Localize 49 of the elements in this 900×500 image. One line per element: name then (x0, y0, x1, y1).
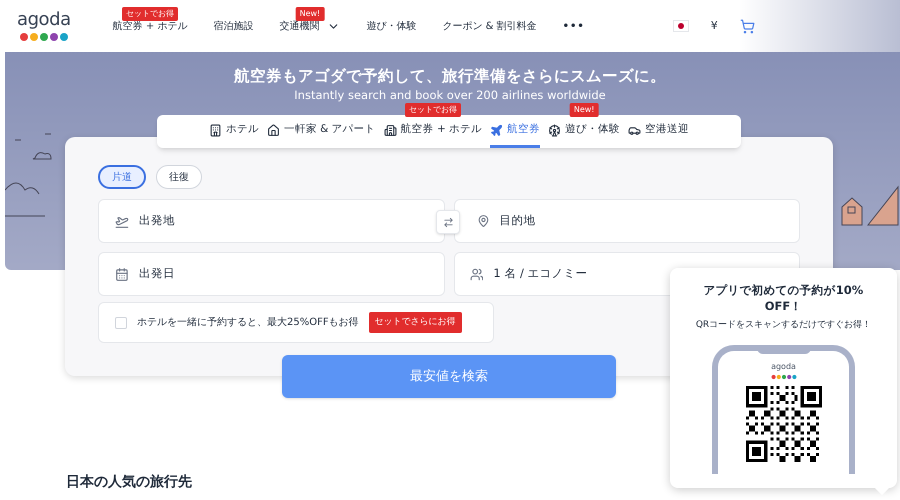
nav-item[interactable]: 遊び・体験 (366, 18, 416, 34)
product-tab[interactable]: ホテル (208, 115, 259, 148)
nav-item[interactable]: 航空券 + ホテル (112, 18, 188, 34)
promo-badge: セットでお得 (404, 103, 461, 117)
product-tab[interactable]: 航空券 + ホテル (384, 115, 482, 148)
qr-code[interactable] (746, 386, 822, 462)
promo-subtitle: QRコードをスキャンするだけですぐお得！ (696, 319, 872, 332)
color-dots-icon (18, 32, 69, 42)
currency-selector[interactable]: ¥ (710, 18, 718, 34)
tab-icon (266, 124, 280, 136)
date-input[interactable]: 出発日 (138, 265, 428, 283)
origin-field[interactable]: 出発地 (98, 199, 444, 243)
hero-subtitle: Instantly search and book over 200 airlines worldwide (294, 87, 606, 103)
destination-input[interactable]: 目的地 (499, 212, 777, 230)
section-title: 日本の人気の旅行先 (66, 473, 192, 492)
trip-type-pill[interactable]: 片道 (98, 165, 146, 189)
nav-item[interactable]: 交通機関 (279, 18, 340, 34)
bundle-badge: セットでさらにお得 (368, 312, 462, 334)
tab-icon (384, 124, 397, 136)
people-icon (470, 266, 484, 282)
color-dots-icon (770, 374, 796, 380)
passengers-input[interactable]: 1 名 / エコノミー (493, 265, 784, 283)
destination-field[interactable]: 目的地 (454, 199, 800, 243)
trip-type-pill[interactable]: 往復 (156, 165, 202, 189)
nav-item[interactable]: クーポン & 割引料金 (442, 18, 537, 34)
more-menu[interactable]: ••• (562, 18, 585, 34)
origin-input[interactable]: 出発地 (138, 212, 428, 230)
hotel-checkbox[interactable] (115, 316, 127, 328)
tab-icon (548, 124, 562, 136)
promo-badge: セットでお得 (122, 6, 178, 20)
tab-icon (208, 124, 222, 136)
hotel-option-label: ホテルを一緒に予約すると、最大25%OFFもお得 (137, 316, 359, 330)
promo-badge: New! (570, 103, 598, 117)
agoda-logo[interactable]: agoda (17, 10, 71, 42)
product-tab[interactable]: 空港送迎 (628, 115, 690, 148)
tab-icon (490, 124, 504, 136)
agoda-logo[interactable]: agoda (770, 362, 796, 380)
date-field[interactable]: 出発日 (98, 252, 444, 296)
promo-badge: New! (296, 6, 324, 20)
swap-icon (442, 216, 454, 228)
calendar-icon (115, 266, 129, 282)
nav-item[interactable]: 宿泊施設 (213, 18, 254, 34)
cart-icon[interactable] (740, 18, 755, 34)
hero-title: 航空券もアゴダで予約して、旅行準備をさらにスムーズに。 (234, 66, 666, 86)
japan-flag-icon[interactable] (672, 20, 689, 32)
swap-button[interactable] (436, 210, 460, 234)
product-tab[interactable]: 遊び・体験 (548, 115, 620, 148)
map-pin-icon (476, 214, 490, 228)
product-tab[interactable]: 一軒家 & アパート (266, 115, 376, 148)
